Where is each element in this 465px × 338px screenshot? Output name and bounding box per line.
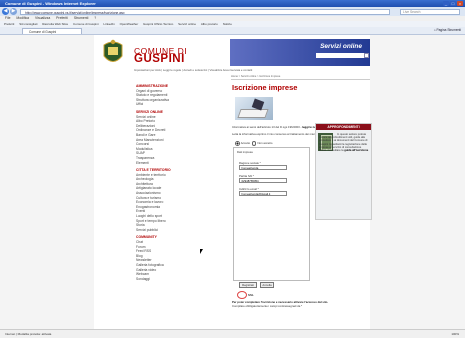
registration-form: Dati impresa Ragione sociale * homeazien… — [233, 147, 310, 288]
insights-text: In questo settore potrete trovare approf… — [319, 133, 369, 152]
cancel-button[interactable]: Annulla — [260, 282, 274, 288]
email-input[interactable]: homeazienda@tiscali.it — [239, 191, 287, 196]
page-menu[interactable]: Pagina — [437, 28, 447, 32]
favorites-item[interactable]: Comune di Guspini — [73, 22, 99, 26]
website: COMUNE DI GUSPINI Servizi online Imposta… — [94, 35, 372, 329]
menu-file[interactable]: File — [5, 16, 10, 20]
site-search-button[interactable] — [364, 53, 369, 58]
title-bar: Comune di Guspini - Windows Internet Exp… — [0, 0, 465, 7]
coat-of-arms-logo[interactable] — [102, 39, 124, 67]
favorites-item[interactable]: Notizie — [223, 22, 232, 26]
menu-view[interactable]: Visualizza — [35, 16, 50, 20]
breadcrumb[interactable]: Home > Servizi online > Iscrizione Impre… — [231, 75, 370, 80]
keyboard-photo — [235, 97, 273, 120]
note-required: Compilare obbligatoriamente i campi cont… — [232, 303, 303, 308]
favorites-item[interactable]: Servizi online — [178, 22, 196, 26]
minimize-button[interactable]: _ — [443, 1, 449, 6]
reject-label: Non accetto — [257, 141, 273, 146]
sidebar-item[interactable]: Sondaggi — [136, 277, 186, 282]
command-bar: ⌂ Pagina Strumenti — [434, 28, 461, 33]
privacy-info-text: Informativa ai sensi dell'articolo 13 de… — [232, 125, 302, 129]
tools-menu[interactable]: Strumenti — [447, 28, 461, 32]
company-name-input[interactable]: homeazienda — [239, 165, 287, 170]
menu-help[interactable]: ? — [94, 16, 96, 20]
consent-radios: Accetto Non accetto — [235, 141, 272, 146]
site-name[interactable]: COMUNE DI GUSPINI — [134, 47, 187, 65]
vat-input[interactable]: 02948765054 — [239, 178, 287, 183]
back-button[interactable]: ◀ — [2, 8, 9, 15]
close-button[interactable]: × — [457, 1, 463, 6]
address-input[interactable]: http://www.comune.guspini.vs.it/servizi/… — [20, 8, 390, 15]
insights-link[interactable]: guida all'iscrizione — [344, 149, 368, 152]
home-icon[interactable]: ⌂ — [434, 28, 436, 32]
favorites-item[interactable]: Siti consigliati — [19, 22, 37, 26]
ssl-icon — [237, 291, 247, 299]
sidebar-item[interactable]: Servizi pubblici — [136, 228, 186, 233]
reject-radio[interactable] — [251, 141, 257, 146]
form-legend: Dati impresa — [237, 150, 253, 154]
window-title: Comune di Guspini - Windows Internet Exp… — [5, 1, 96, 6]
accept-label: Accetto — [240, 141, 251, 146]
insights-heading: APPROFONDIMENTI — [316, 124, 371, 130]
site-search-input[interactable] — [316, 53, 364, 58]
ssl-label: SSL — [248, 292, 254, 297]
search-input[interactable]: Live Search — [400, 8, 460, 15]
sidebar-item[interactable]: Uffici — [136, 102, 186, 107]
menu-edit[interactable]: Modifica — [16, 16, 29, 20]
services-banner: Servizi online — [230, 39, 370, 66]
sidebar-item[interactable]: Elementi — [136, 161, 186, 166]
maximize-button[interactable]: □ — [450, 1, 456, 6]
favorites-item[interactable]: Preferiti — [4, 22, 14, 26]
page-title: Iscrizione imprese — [232, 83, 298, 92]
ssl-seal: SSL — [237, 291, 254, 299]
tab-bar: Comune di Guspini ⌂ Pagina Strumenti — [0, 27, 465, 35]
mouse-cursor-icon — [200, 249, 203, 254]
favorites-item[interactable]: OpenWeather — [120, 22, 139, 26]
tab-comune[interactable]: Comune di Guspini — [22, 28, 82, 34]
accept-radio[interactable] — [235, 141, 240, 146]
banner-title: Servizi online — [320, 43, 362, 50]
favorites-item[interactable]: Albo pretorio — [201, 22, 218, 26]
submit-button[interactable]: Registrati — [239, 282, 257, 288]
favorites-item[interactable]: LinkedIn — [103, 22, 114, 26]
forward-button[interactable]: ▶ — [10, 8, 17, 15]
site-name-line2: GUSPINI — [134, 53, 185, 65]
form-note: Per poter completare l'iscrizione e nece… — [232, 300, 367, 308]
accessibility-links[interactable]: Impostazioni per AAA | Leggi le regole |… — [134, 68, 370, 73]
insights-panel: APPROFONDIMENTI In questo settore potret… — [315, 123, 372, 220]
sidebar: AMMINISTRAZIONE Organi di governo Statut… — [136, 84, 186, 281]
menu-tools[interactable]: Strumenti — [74, 16, 89, 20]
favorites-item[interactable]: Guspini Ufficio Tecnico — [143, 22, 173, 26]
status-text: Internet | Modalita protetta: attivata — [5, 332, 52, 336]
menu-favorites[interactable]: Preferiti — [56, 16, 68, 20]
favorites-item[interactable]: Raccolta Web Slice — [42, 22, 68, 26]
